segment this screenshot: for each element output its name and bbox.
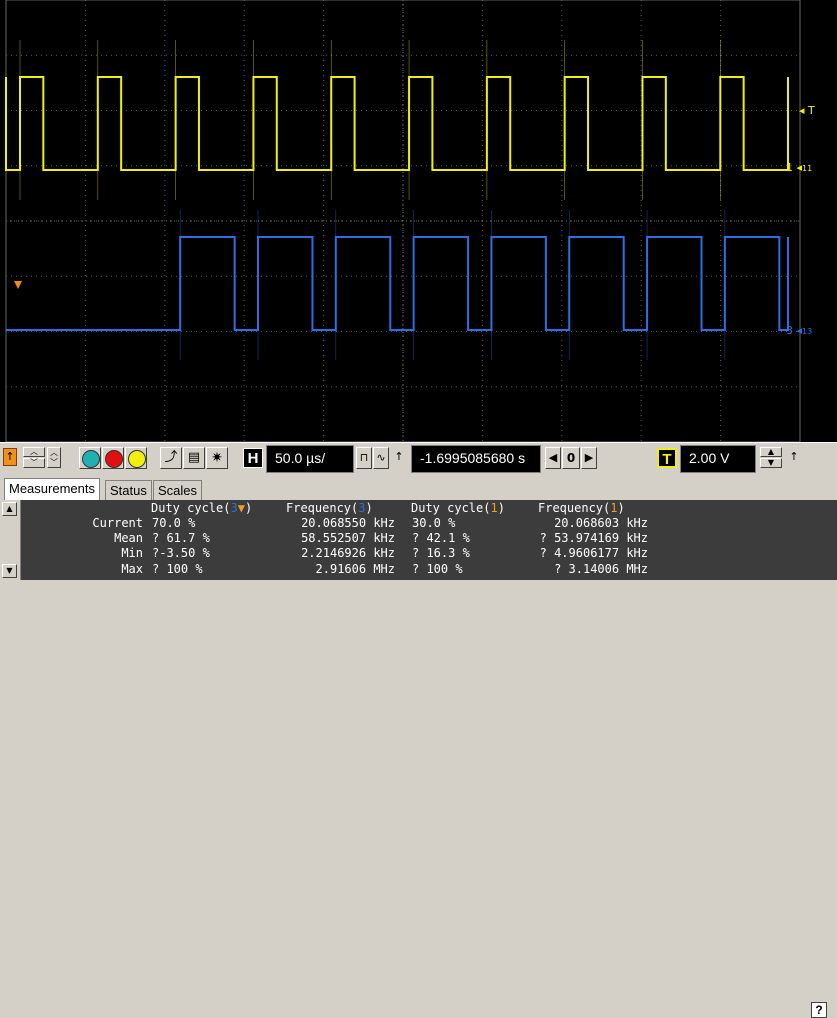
freq1-value: ? 53.974169 kHz [539, 531, 648, 545]
nav-right-icon[interactable]: ▶ [581, 447, 597, 469]
trigger-up-icon[interactable]: ▲ [760, 447, 782, 457]
duty3-value: ? 100 % [152, 562, 203, 576]
scroll-down-icon[interactable]: ﹀ [23, 458, 45, 468]
table-row: Max ? 100 % 2.91606 MHz ? 100 % ? 3.1400… [0, 562, 837, 577]
ch3-marker-sub: 13 [802, 327, 813, 336]
nav-value-field[interactable]: 0 [562, 447, 580, 469]
timebase-field[interactable]: 50.0 µs/ [266, 445, 354, 473]
duty1-value: 30.0 % [412, 516, 456, 530]
ch1-marker-sub: 11 [802, 164, 813, 173]
table-row: Mean ? 61.7 % 58.552507 kHz ? 42.1 % ? 5… [0, 531, 837, 546]
freq3-value: 2.2146926 kHz [301, 546, 395, 560]
tab-scales[interactable]: Scales [153, 480, 203, 500]
waveform-plot [5, 0, 801, 442]
duty3-marker: ▼ [237, 501, 245, 515]
ch1-marker[interactable]: 1 ◂11 [786, 161, 812, 174]
trigger-pointer-icon[interactable]: ↑ [788, 447, 800, 469]
trigger-level-field[interactable]: 2.00 V [680, 445, 756, 473]
yellow-button[interactable] [125, 447, 147, 469]
freq3-close: ) [365, 501, 373, 515]
scroll-up-icon[interactable]: ︿ [23, 447, 45, 457]
freq1-close: ) [617, 501, 625, 515]
tab-measurements[interactable]: Measurements [4, 478, 100, 500]
freq1-value: ? 3.14006 MHz [554, 562, 648, 576]
scroll-up-button[interactable]: ▲ [2, 502, 17, 516]
freq3-value: 20.068550 kHz [301, 516, 395, 530]
ch1-waveform [5, 76, 789, 171]
table-row: Current 70.0 % 20.068550 kHz 30.0 % 20.0… [0, 516, 837, 531]
row-label: Mean [114, 531, 143, 545]
ch3-marker-label: 3 [786, 324, 793, 337]
sine-wave-icon[interactable]: ∿ [373, 447, 389, 469]
freq1-value: ? 4.9606177 kHz [539, 546, 648, 560]
pulse-wave-icon[interactable]: ⊓ [356, 447, 372, 469]
help-button[interactable]: ? [811, 1002, 827, 1018]
duty1-channel: 1 [490, 501, 498, 515]
run-arrow-icon[interactable]: ↑ [3, 448, 17, 466]
col-header-duty-cycle-3: Duty cycle(3▼) [151, 501, 252, 515]
export-icon[interactable]: ⤴ [160, 447, 182, 469]
trigger-label-icon: T [657, 448, 677, 468]
pointer-icon[interactable]: ↑ [393, 447, 405, 469]
ch3-marker[interactable]: 3 ◂13 [786, 324, 812, 337]
trigger-position-icon [14, 281, 22, 289]
trigger-level-marker[interactable]: ◂ T [799, 104, 815, 117]
red-button[interactable] [102, 447, 124, 469]
freq3-value: 58.552507 kHz [301, 531, 395, 545]
trigger-level-letter: T [808, 104, 815, 117]
position-field[interactable]: -1.6995085680 s [411, 445, 541, 473]
duty3-channel: 3 [230, 501, 238, 515]
teal-button[interactable] [79, 447, 101, 469]
oscilloscope-display[interactable]: ◂ T 1 ◂11 3 ◂13 [0, 0, 837, 442]
tab-status[interactable]: Status [105, 480, 152, 500]
red-circle-icon [105, 450, 123, 468]
duty3-close: ) [244, 501, 253, 515]
teal-circle-icon [82, 450, 100, 468]
zoom-spin-icon[interactable]: ︿ ﹀ [47, 447, 61, 468]
control-toolbar: ↑ ︿ ﹀ ︿ ﹀ ⤴ ▤ ✷ H 50.0 µs/ ⊓ ∿ ↑ -1.69950… [0, 442, 837, 479]
panel-scrollbar[interactable]: ▲ ▼ [0, 500, 21, 580]
col-header-frequency-1: Frequency(1) [538, 501, 625, 515]
freq1-value: 20.068603 kHz [554, 516, 648, 530]
yellow-circle-icon [128, 450, 146, 468]
print-icon[interactable]: ▤ [183, 447, 205, 469]
duty1-header-text: Duty cycle( [411, 501, 491, 515]
col-header-frequency-3: Frequency(3) [286, 501, 373, 515]
tab-bar: Measurements Status Scales [0, 478, 837, 500]
col-header-duty-cycle-1: Duty cycle(1) [411, 501, 505, 515]
duty1-close: ) [497, 501, 505, 515]
row-label: Current [92, 516, 143, 530]
nav-left-icon[interactable]: ◀ [545, 447, 561, 469]
row-label: Max [121, 562, 143, 576]
ch1-marker-label: 1 [786, 161, 793, 174]
duty3-header-text: Duty cycle( [151, 501, 231, 515]
freq3-value: 2.91606 MHz [315, 562, 395, 576]
freq3-header-text: Frequency( [286, 501, 359, 515]
horizontal-label-icon: H [243, 448, 263, 468]
measurements-panel: Duty cycle(3▼) Frequency(3) Duty cycle(1… [0, 500, 837, 1018]
row-label: Min [121, 546, 143, 560]
scroll-down-button[interactable]: ▼ [2, 564, 17, 578]
ch3-waveform [6, 236, 789, 331]
brightness-icon[interactable]: ✷ [206, 447, 228, 469]
header-row: Duty cycle(3▼) Frequency(3) Duty cycle(1… [0, 501, 837, 516]
trigger-down-icon[interactable]: ▼ [760, 458, 782, 468]
duty3-value: 70.0 % [152, 516, 196, 530]
freq1-header-text: Frequency( [538, 501, 611, 515]
table-row: Min ?-3.50 % 2.2146926 kHz ? 16.3 % ? 4.… [0, 546, 837, 561]
